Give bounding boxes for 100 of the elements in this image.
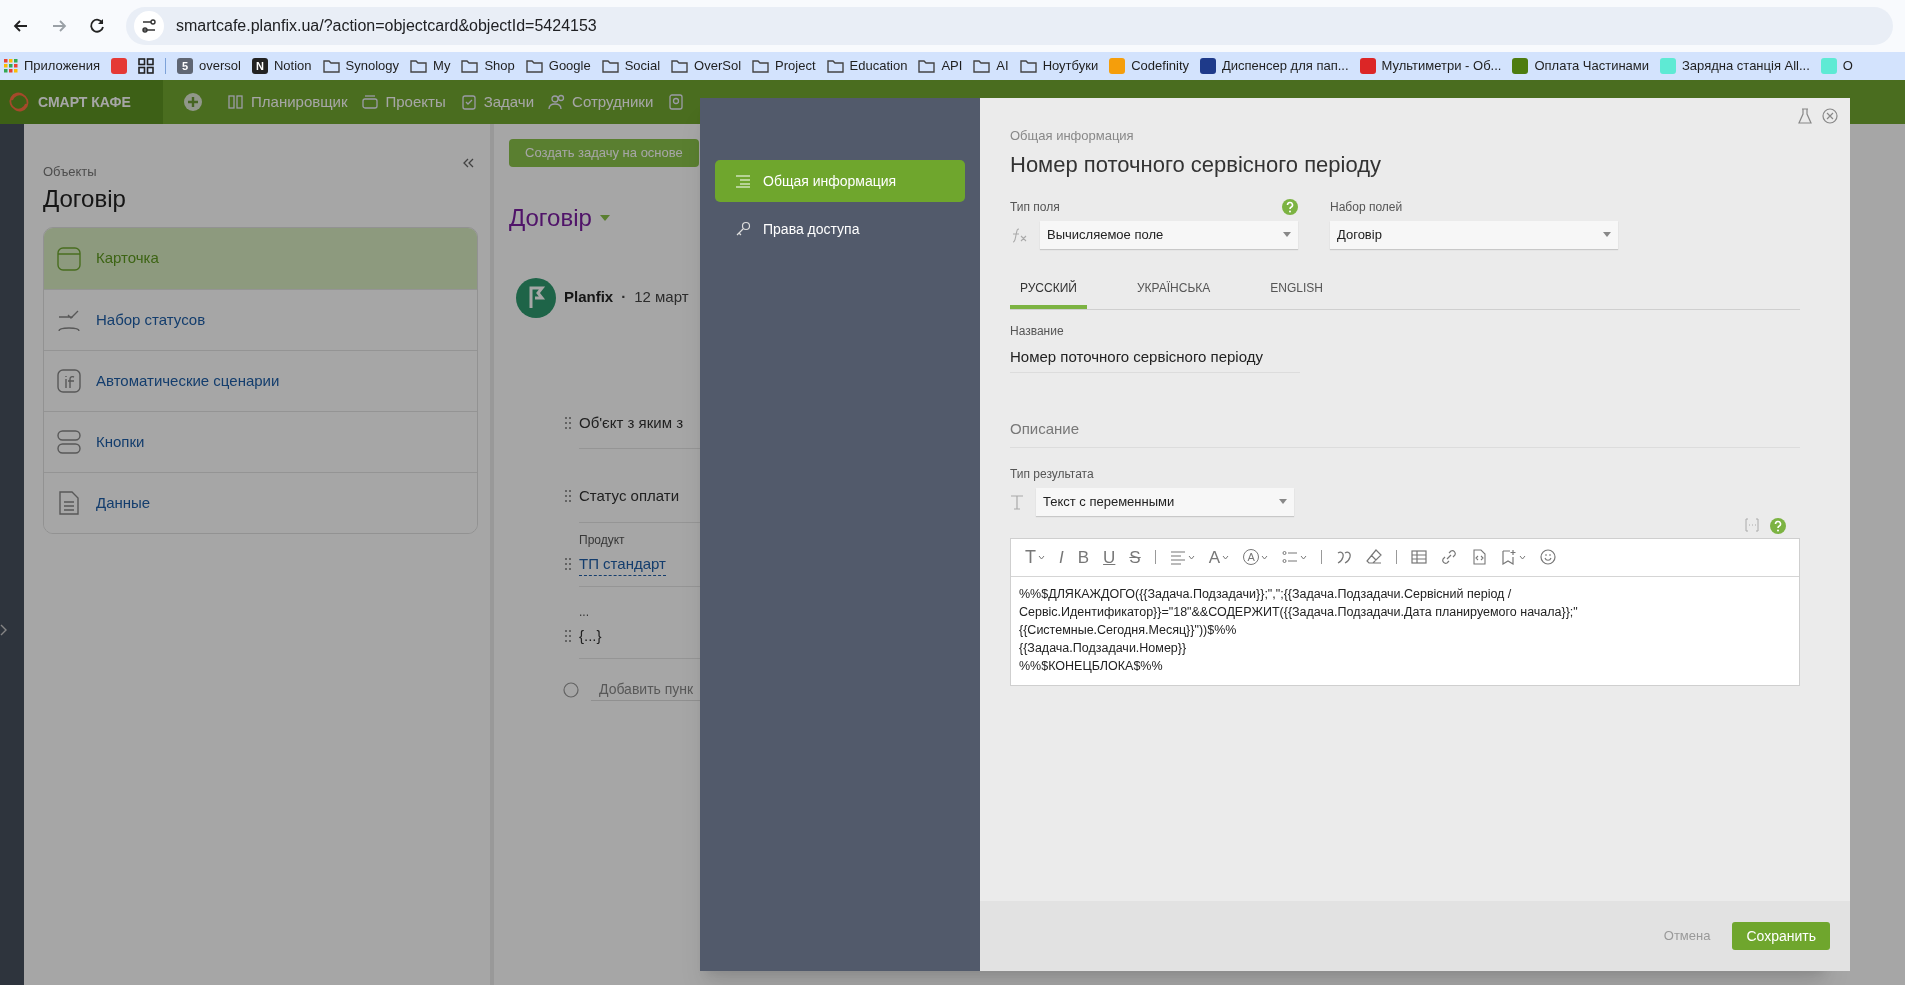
text-type-icon	[1010, 493, 1024, 510]
format-button[interactable]: U	[1103, 548, 1116, 566]
folder-icon	[1019, 59, 1037, 73]
caret-icon	[1283, 232, 1291, 237]
address-bar[interactable]: smartcafe.planfix.ua/?action=objectcard&objectId=5424153	[126, 7, 1893, 45]
bookmark[interactable]: O	[1820, 56, 1853, 76]
apps-icon	[4, 59, 18, 73]
bookmark[interactable]: Оплата Частинами	[1512, 56, 1649, 76]
link-icon[interactable]	[1441, 549, 1458, 565]
favicon: 5	[177, 58, 194, 74]
field-link[interactable]: ТП стандарт	[579, 552, 666, 576]
language-tab[interactable]: ENGLISH	[1260, 270, 1333, 309]
folder-icon	[752, 59, 770, 73]
flask-icon	[1798, 108, 1812, 124]
editor-text-line: %%$КОНЕЦБЛОКА$%%	[1019, 657, 1164, 675]
bookmark[interactable]: AI	[973, 56, 1009, 76]
clipboard-icon	[459, 93, 478, 111]
select-field[interactable]: Текст с переменными	[1036, 487, 1294, 516]
format-button[interactable]: B	[1077, 548, 1090, 566]
card-title: Договір	[509, 202, 592, 233]
drag-handle-icon[interactable]	[565, 557, 571, 572]
language-tab[interactable]: РУССКИЙ	[1010, 270, 1087, 309]
folder-icon	[525, 59, 543, 73]
bookmark[interactable]: Social	[601, 56, 661, 76]
list-icon	[735, 174, 751, 188]
format-button[interactable]: S	[1129, 548, 1141, 566]
key-icon	[735, 221, 751, 237]
bookmark[interactable]: Мультиметри - Об...	[1359, 56, 1502, 76]
bookmark[interactable]: 5 oversol	[177, 56, 241, 76]
drag-handle-icon[interactable]	[565, 415, 571, 430]
bookmark[interactable]: Ноутбуки	[1019, 56, 1099, 76]
sidebar-item[interactable]: Права доступа	[715, 208, 965, 250]
contact-icon	[667, 93, 686, 111]
buttons-icon	[56, 429, 82, 455]
script-icon	[56, 368, 82, 394]
eraser-icon[interactable]	[1366, 549, 1383, 565]
logo-icon	[8, 91, 30, 113]
bookmark[interactable]: Диспенсер для пап...	[1200, 56, 1349, 76]
field-value: Статус оплати	[579, 486, 680, 506]
bookmark[interactable]: Codefinity	[1109, 56, 1189, 76]
field-value: {...}	[579, 626, 602, 646]
bookmark[interactable]: Приложения	[4, 56, 101, 76]
select-field[interactable]: Вычисляемое поле	[1040, 220, 1298, 249]
folder-icon	[601, 59, 619, 73]
planner-icon	[227, 93, 245, 111]
grid-icon[interactable]	[138, 58, 155, 74]
field-label: Название	[1010, 322, 1065, 340]
document-icon	[56, 490, 82, 516]
description-field[interactable]: Описание	[1010, 418, 1800, 448]
drag-handle-icon[interactable]	[565, 629, 571, 644]
list-icon[interactable]	[1282, 549, 1299, 565]
bookmark-add-icon[interactable]	[1501, 549, 1518, 565]
name-field[interactable]: Номер поточного сервісного періоду	[1010, 345, 1300, 373]
field-label: Набор полей	[1330, 198, 1403, 216]
folder-icon	[461, 59, 479, 73]
briefcase-icon	[361, 93, 380, 111]
field-label: Продукт	[579, 531, 626, 549]
format-button[interactable]: T	[1025, 548, 1036, 566]
editor-text-line: %%$ДЛЯКАЖДОГО({{Задача.Подзадачи}};",";{{Задача.Подзадачи.Сервісний період /	[1019, 585, 1513, 603]
post-date: 12 март	[634, 287, 689, 308]
editor-text-line: {{Задача.Подзадачи.Номер}}	[1019, 639, 1188, 657]
separator-dot: ·	[621, 287, 627, 308]
folder-icon	[973, 59, 991, 73]
url-text: smartcafe.planfix.ua/?action=objectcard&objectId=5424153	[176, 16, 597, 36]
logo-text: СМАРТ КАФЕ	[38, 92, 131, 112]
format-button[interactable]: A	[1208, 548, 1221, 566]
bookmark[interactable]: OverSol	[671, 56, 742, 76]
table-icon[interactable]	[1411, 549, 1428, 565]
bookmark[interactable]: My	[410, 56, 451, 76]
collapse-icon[interactable]	[462, 158, 474, 168]
folder-icon	[918, 59, 936, 73]
bookmark[interactable]: Shop	[461, 56, 515, 76]
bookmark-icon[interactable]	[111, 58, 128, 74]
field-label: ...	[579, 604, 590, 621]
folder-icon	[671, 59, 689, 73]
quote-icon[interactable]	[1336, 549, 1353, 565]
field-label: Тип результата	[1010, 465, 1094, 483]
bookmark[interactable]: Project	[752, 56, 816, 76]
folder-icon	[826, 59, 844, 73]
caret-icon	[1279, 499, 1287, 504]
folder-icon	[410, 59, 428, 73]
bookmark[interactable]: Google	[525, 56, 591, 76]
text-editor[interactable]	[1010, 537, 1800, 686]
bookmark[interactable]: API	[918, 56, 963, 76]
breadcrumb: Объекты	[43, 164, 98, 180]
format-button[interactable]: I	[1059, 548, 1064, 566]
bookmark[interactable]: N Notion	[252, 56, 312, 76]
field-value: Об'єкт з яким з	[579, 412, 683, 433]
drag-handle-icon[interactable]	[565, 489, 571, 504]
bookmark[interactable]: Education	[826, 56, 908, 76]
reload-icon	[88, 17, 106, 35]
bookmark[interactable]: Synology	[322, 56, 400, 76]
smiley-icon[interactable]	[1540, 549, 1557, 565]
favicon: N	[252, 58, 268, 74]
code-file-icon[interactable]	[1471, 549, 1488, 565]
expand-icon[interactable]	[0, 623, 8, 636]
language-tab[interactable]: УКРАЇНСЬКА	[1126, 270, 1221, 309]
select-field[interactable]: Договір	[1330, 220, 1618, 249]
bookmark[interactable]: Зарядна станція All...	[1660, 56, 1810, 76]
menu-item[interactable]: Данные	[44, 472, 477, 533]
